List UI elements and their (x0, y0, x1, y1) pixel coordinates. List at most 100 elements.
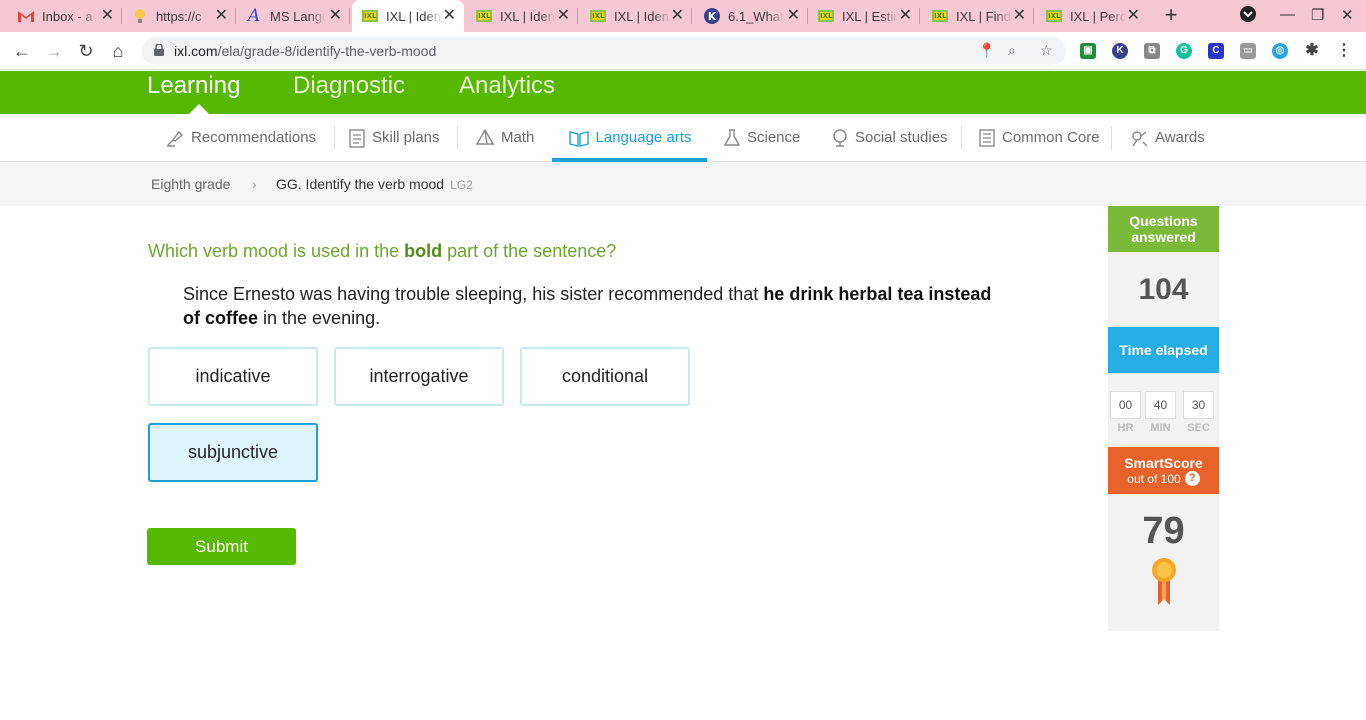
divider (334, 126, 335, 150)
close-tab-icon[interactable]: ✕ (787, 8, 800, 24)
question-prompt: Which verb mood is used in the bold part… (148, 241, 617, 261)
subnav-language-arts[interactable]: Language arts (552, 114, 707, 162)
url-text: ixl.com/ela/grade-8/identify-the-verb-mo… (174, 43, 437, 59)
extension-c-icon[interactable]: C (1208, 43, 1224, 59)
choice-indicative[interactable]: indicative (148, 347, 318, 406)
tab-gmail[interactable]: Inbox - a ✕ (8, 0, 122, 32)
back-icon[interactable]: ← (12, 41, 32, 61)
ixl-icon: IXL (1046, 10, 1062, 22)
browser-menu-icon[interactable]: ⋮ (1336, 43, 1352, 59)
chevron-right-icon: › (252, 176, 257, 192)
gmail-icon (18, 8, 34, 24)
extension-copy-icon[interactable]: ⧉ (1144, 43, 1160, 59)
extension-k-icon[interactable]: K (1112, 43, 1128, 59)
choice-interrogative[interactable]: interrogative (334, 347, 504, 406)
subnav-awards[interactable]: Awards (1129, 114, 1205, 161)
timer-minutes-label: MIN (1150, 422, 1171, 434)
time-elapsed-label: Time elapsed (1108, 327, 1219, 373)
extension-cast-icon[interactable]: ▭ (1240, 43, 1256, 59)
extension-classroom-icon[interactable]: ▣ (1080, 43, 1096, 59)
reload-icon[interactable]: ↻ (76, 41, 96, 61)
extensions-puzzle-icon[interactable]: ✱ (1304, 43, 1320, 59)
nav-analytics[interactable]: Analytics (459, 71, 555, 101)
timer-seconds: 30 (1183, 391, 1214, 419)
open-book-icon (568, 130, 589, 147)
zoom-icon[interactable]: ⌕ (1008, 42, 1016, 59)
forward-icon[interactable]: → (44, 41, 64, 61)
breadcrumb-grade[interactable]: Eighth grade (151, 176, 230, 192)
close-tab-icon[interactable]: ✕ (443, 8, 456, 24)
k-icon: K (704, 8, 720, 24)
tab-ms-language[interactable]: A MS Langu ✕ (236, 0, 350, 32)
subnav-skill-plans[interactable]: Skill plans (348, 114, 440, 161)
smartscore-panel: 79 (1108, 494, 1219, 631)
subject-nav: Recommendations Skill plans Math Languag… (0, 114, 1366, 162)
tab-k[interactable]: K 6.1_What ✕ (694, 0, 808, 32)
tab-ixl[interactable]: IXL IXL | Iden ✕ (580, 0, 692, 32)
subnav-common-core[interactable]: Common Core (978, 114, 1100, 161)
bookmark-star-icon[interactable]: ☆ (1040, 42, 1053, 59)
subnav-science[interactable]: Science (723, 114, 800, 161)
tab-ixl[interactable]: IXL IXL | Perc ✕ (1036, 0, 1148, 32)
browser-tab-strip: Inbox - a ✕ https://c ✕ A MS Langu ✕ IXL… (0, 0, 1366, 32)
close-tab-icon[interactable]: ✕ (557, 8, 570, 24)
timer-seconds-label: SEC (1187, 422, 1210, 434)
close-tab-icon[interactable]: ✕ (899, 8, 912, 24)
smartscore-value: 79 (1142, 510, 1185, 552)
address-bar[interactable]: ixl.com/ela/grade-8/identify-the-verb-mo… (142, 37, 1066, 65)
active-nav-caret (189, 104, 209, 114)
tab-search-icon[interactable] (1240, 6, 1256, 26)
subnav-math[interactable]: Math (475, 114, 534, 161)
close-tab-icon[interactable]: ✕ (1127, 8, 1140, 24)
tab-ixl[interactable]: IXL IXL | Iden ✕ (466, 0, 578, 32)
subnav-social-studies[interactable]: Social studies (831, 114, 948, 161)
timer-minutes: 40 (1145, 391, 1176, 419)
tab-ixl[interactable]: IXL IXL | Find ✕ (922, 0, 1034, 32)
recommendations-icon (167, 130, 184, 147)
divider (961, 126, 962, 150)
science-flask-icon (723, 128, 741, 146)
smartscore-label: SmartScore (1124, 454, 1203, 471)
help-icon[interactable]: ? (1184, 471, 1200, 486)
restore-icon[interactable]: ❐ (1311, 6, 1324, 24)
close-tab-icon[interactable]: ✕ (671, 8, 684, 24)
smartscore-sub: out of 100 (1127, 471, 1181, 486)
breadcrumb-skill: GG. Identify the verb mood LG2 (276, 176, 473, 192)
submit-button[interactable]: Submit (147, 528, 296, 565)
close-tab-icon[interactable]: ✕ (101, 8, 114, 24)
awards-icon (1132, 130, 1148, 146)
close-tab-icon[interactable]: ✕ (329, 8, 342, 24)
nav-diagnostic[interactable]: Diagnostic (293, 71, 405, 101)
close-tab-icon[interactable]: ✕ (215, 8, 228, 24)
close-window-icon[interactable]: ✕ (1341, 6, 1354, 24)
skill-plans-icon (349, 128, 365, 148)
ixl-icon: IXL (362, 10, 378, 22)
questions-answered-label: Questions answered (1108, 206, 1219, 252)
ixl-icon: IXL (818, 10, 834, 22)
extension-grammarly-icon[interactable]: G (1176, 43, 1192, 59)
choice-conditional[interactable]: conditional (520, 347, 690, 406)
choice-subjunctive[interactable]: subjunctive (148, 423, 318, 482)
ixl-icon: IXL (590, 10, 606, 22)
nav-learning[interactable]: Learning (147, 71, 240, 101)
ixl-icon: IXL (932, 10, 948, 22)
extension-screencast-icon[interactable]: ◎ (1272, 43, 1288, 59)
tab-link[interactable]: https://c ✕ (122, 0, 236, 32)
svg-text:K: K (708, 10, 717, 23)
browser-toolbar: ← → ↻ ⌂ ixl.com/ela/grade-8/identify-the… (0, 32, 1366, 70)
close-tab-icon[interactable]: ✕ (1013, 8, 1026, 24)
home-icon[interactable]: ⌂ (108, 41, 128, 61)
tab-ixl[interactable]: IXL IXL | Estir ✕ (808, 0, 920, 32)
location-icon[interactable]: 📍 (978, 42, 995, 59)
ixl-icon: IXL (476, 10, 492, 22)
ms-icon: A (247, 6, 261, 26)
timer-hours: 00 (1110, 391, 1141, 419)
breadcrumb: Eighth grade › GG. Identify the verb moo… (0, 162, 1366, 206)
tab-ixl-active[interactable]: IXL IXL | Iden ✕ (352, 0, 464, 32)
minimize-icon[interactable]: — (1280, 6, 1295, 23)
math-pyramid-icon (475, 128, 495, 145)
ribbon-award-icon (1151, 558, 1176, 605)
new-tab-button[interactable]: + (1160, 4, 1182, 28)
common-core-icon (979, 128, 995, 147)
subnav-recommendations[interactable]: Recommendations (165, 114, 316, 161)
